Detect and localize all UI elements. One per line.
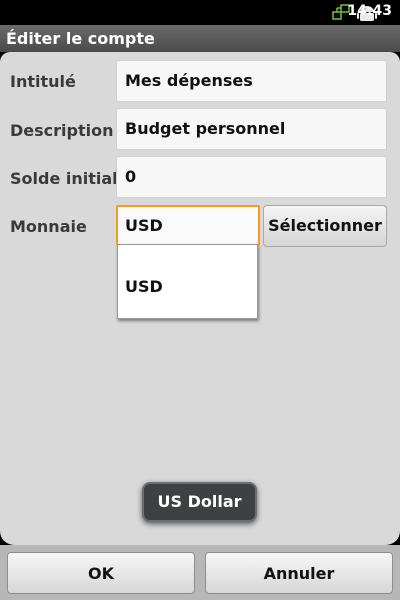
- currency-field[interactable]: USD: [116, 205, 260, 246]
- initial-balance-label: Solde initial: [10, 169, 118, 188]
- currency-dropdown: USD: [117, 244, 258, 319]
- name-field[interactable]: Mes dépenses: [116, 60, 387, 102]
- edit-account-form: Intitulé Mes dépenses Description Budget…: [0, 52, 400, 545]
- currency-toast: US Dollar: [142, 482, 257, 522]
- button-bar: OK Annuler: [0, 545, 400, 600]
- cancel-button[interactable]: Annuler: [205, 552, 393, 594]
- page-title: Éditer le compte: [6, 29, 155, 48]
- name-label: Intitulé: [10, 72, 76, 91]
- select-currency-button[interactable]: Sélectionner: [263, 205, 387, 247]
- description-field[interactable]: Budget personnel: [116, 108, 387, 150]
- status-bar: 14:43: [0, 0, 400, 25]
- dropdown-item-usd[interactable]: USD: [125, 277, 163, 296]
- initial-balance-field[interactable]: 0: [116, 156, 387, 198]
- currency-label: Monnaie: [10, 217, 87, 236]
- status-time: 14:43: [347, 3, 392, 19]
- description-label: Description: [10, 121, 114, 140]
- ok-button[interactable]: OK: [7, 552, 195, 594]
- title-bar: Éditer le compte: [0, 25, 400, 52]
